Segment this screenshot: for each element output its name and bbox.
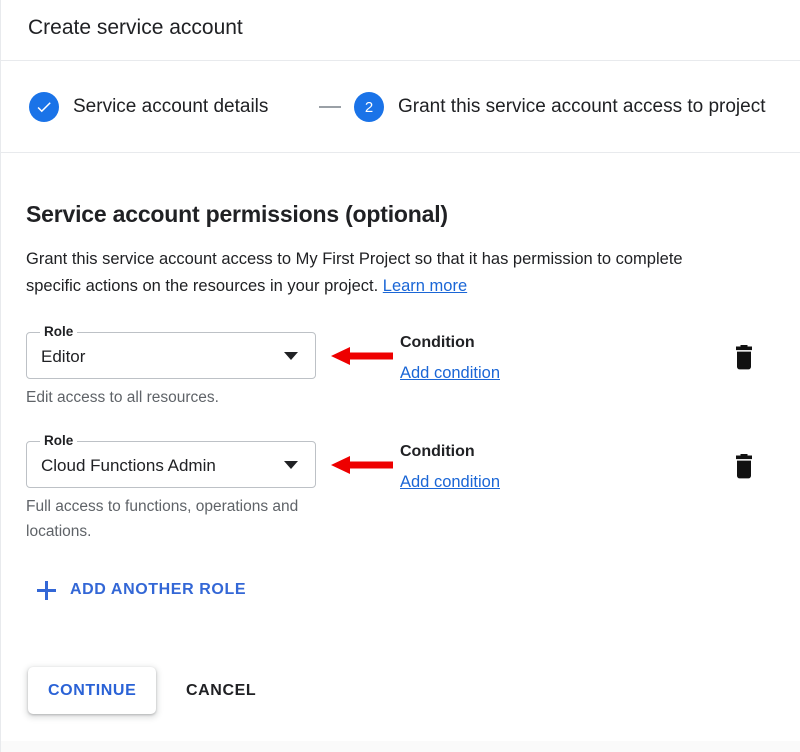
section-description: Grant this service account access to My … xyxy=(26,246,716,300)
add-condition-link[interactable]: Add condition xyxy=(400,362,500,384)
trash-icon[interactable] xyxy=(732,454,756,480)
plus-icon xyxy=(37,580,56,600)
dialog-footer-strip xyxy=(1,741,800,752)
condition-label: Condition xyxy=(400,334,475,351)
role-select-value: Cloud Functions Admin xyxy=(41,456,216,475)
stepper-step-grant-access[interactable]: 2 Grant this service account access to p… xyxy=(354,92,766,122)
condition-label: Condition xyxy=(400,443,475,460)
create-service-account-dialog: Create service account Service account d… xyxy=(0,0,800,752)
chevron-down-icon xyxy=(284,461,298,469)
learn-more-link[interactable]: Learn more xyxy=(383,277,467,295)
page-title: Create service account xyxy=(28,16,243,39)
role-select[interactable]: Role Editor xyxy=(26,324,316,379)
dialog-title-bar: Create service account xyxy=(1,0,800,61)
role-select-value: Editor xyxy=(41,347,86,366)
role-select-label: Role xyxy=(40,433,78,449)
role-select-label: Role xyxy=(40,324,78,340)
section-heading: Service account permissions (optional) xyxy=(26,201,448,227)
role-select[interactable]: Role Cloud Functions Admin xyxy=(26,433,316,488)
cancel-button[interactable]: CANCEL xyxy=(186,667,256,714)
step-number-badge: 2 xyxy=(354,92,384,122)
annotation-arrow-icon xyxy=(331,455,393,475)
add-condition-link[interactable]: Add condition xyxy=(400,471,500,493)
continue-button[interactable]: CONTINUE xyxy=(28,667,157,714)
stepper-connector xyxy=(319,106,341,108)
annotation-arrow-icon xyxy=(331,346,393,366)
chevron-down-icon xyxy=(284,352,298,360)
role-helper-text: Full access to functions, operations and… xyxy=(26,498,299,540)
section-description-text: Grant this service account access to My … xyxy=(26,250,683,295)
role-helper-text: Edit access to all resources. xyxy=(26,389,219,406)
add-another-role-label: ADD ANOTHER ROLE xyxy=(70,581,247,598)
stepper-step-label: Grant this service account access to pro… xyxy=(398,96,766,117)
check-circle-icon xyxy=(29,92,59,122)
stepper-step-service-account-details[interactable]: Service account details xyxy=(29,92,268,122)
stepper: Service account details 2 Grant this ser… xyxy=(1,61,800,153)
add-another-role-button[interactable]: ADD ANOTHER ROLE xyxy=(37,577,246,603)
stepper-step-label: Service account details xyxy=(73,96,269,117)
trash-icon[interactable] xyxy=(732,345,756,371)
